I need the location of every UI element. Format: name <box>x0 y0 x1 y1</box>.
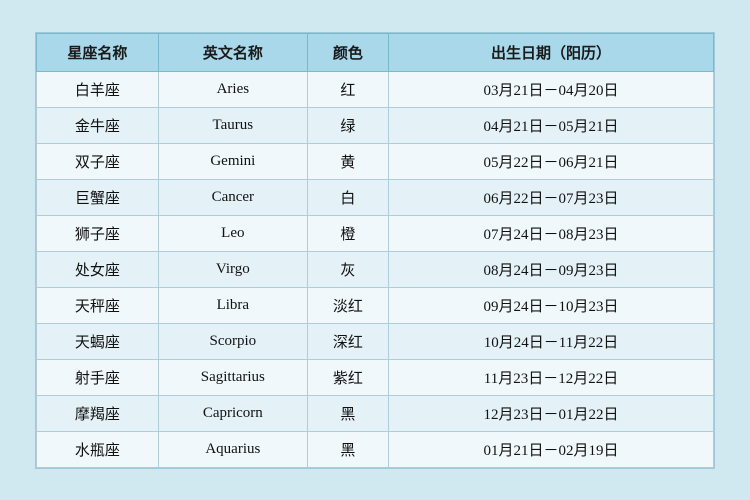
cell-date: 03月21日－04月20日 <box>389 71 714 107</box>
cell-chinese: 天秤座 <box>37 287 159 323</box>
table-row: 白羊座Aries红03月21日－04月20日 <box>37 71 714 107</box>
table-row: 天蝎座Scorpio深红10月24日－11月22日 <box>37 323 714 359</box>
cell-date: 06月22日－07月23日 <box>389 179 714 215</box>
cell-english: Aquarius <box>158 431 307 467</box>
cell-chinese: 水瓶座 <box>37 431 159 467</box>
header-date: 出生日期（阳历） <box>389 33 714 71</box>
cell-color: 黄 <box>307 143 388 179</box>
cell-date: 11月23日－12月22日 <box>389 359 714 395</box>
cell-chinese: 射手座 <box>37 359 159 395</box>
cell-color: 灰 <box>307 251 388 287</box>
cell-date: 01月21日－02月19日 <box>389 431 714 467</box>
cell-chinese: 巨蟹座 <box>37 179 159 215</box>
cell-chinese: 天蝎座 <box>37 323 159 359</box>
cell-color: 橙 <box>307 215 388 251</box>
cell-english: Sagittarius <box>158 359 307 395</box>
header-color: 颜色 <box>307 33 388 71</box>
cell-date: 09月24日－10月23日 <box>389 287 714 323</box>
zodiac-table-container: 星座名称 英文名称 颜色 出生日期（阳历） 白羊座Aries红03月21日－04… <box>35 32 715 469</box>
cell-date: 05月22日－06月21日 <box>389 143 714 179</box>
cell-chinese: 处女座 <box>37 251 159 287</box>
cell-english: Gemini <box>158 143 307 179</box>
cell-color: 黑 <box>307 431 388 467</box>
table-row: 水瓶座Aquarius黑01月21日－02月19日 <box>37 431 714 467</box>
cell-english: Cancer <box>158 179 307 215</box>
table-row: 双子座Gemini黄05月22日－06月21日 <box>37 143 714 179</box>
cell-english: Taurus <box>158 107 307 143</box>
cell-english: Libra <box>158 287 307 323</box>
cell-date: 04月21日－05月21日 <box>389 107 714 143</box>
table-header-row: 星座名称 英文名称 颜色 出生日期（阳历） <box>37 33 714 71</box>
cell-english: Virgo <box>158 251 307 287</box>
cell-date: 12月23日－01月22日 <box>389 395 714 431</box>
cell-chinese: 白羊座 <box>37 71 159 107</box>
table-row: 狮子座Leo橙07月24日－08月23日 <box>37 215 714 251</box>
table-row: 巨蟹座Cancer白06月22日－07月23日 <box>37 179 714 215</box>
cell-chinese: 摩羯座 <box>37 395 159 431</box>
cell-date: 08月24日－09月23日 <box>389 251 714 287</box>
table-row: 天秤座Libra淡红09月24日－10月23日 <box>37 287 714 323</box>
cell-color: 红 <box>307 71 388 107</box>
header-chinese: 星座名称 <box>37 33 159 71</box>
header-english: 英文名称 <box>158 33 307 71</box>
table-row: 射手座Sagittarius紫红11月23日－12月22日 <box>37 359 714 395</box>
cell-english: Aries <box>158 71 307 107</box>
cell-date: 07月24日－08月23日 <box>389 215 714 251</box>
cell-english: Scorpio <box>158 323 307 359</box>
cell-color: 白 <box>307 179 388 215</box>
table-row: 金牛座Taurus绿04月21日－05月21日 <box>37 107 714 143</box>
cell-color: 绿 <box>307 107 388 143</box>
cell-color: 淡红 <box>307 287 388 323</box>
cell-chinese: 狮子座 <box>37 215 159 251</box>
cell-english: Leo <box>158 215 307 251</box>
cell-english: Capricorn <box>158 395 307 431</box>
cell-chinese: 双子座 <box>37 143 159 179</box>
table-row: 处女座Virgo灰08月24日－09月23日 <box>37 251 714 287</box>
cell-color: 紫红 <box>307 359 388 395</box>
cell-chinese: 金牛座 <box>37 107 159 143</box>
cell-color: 黑 <box>307 395 388 431</box>
cell-color: 深红 <box>307 323 388 359</box>
zodiac-table: 星座名称 英文名称 颜色 出生日期（阳历） 白羊座Aries红03月21日－04… <box>36 33 714 468</box>
table-row: 摩羯座Capricorn黑12月23日－01月22日 <box>37 395 714 431</box>
cell-date: 10月24日－11月22日 <box>389 323 714 359</box>
